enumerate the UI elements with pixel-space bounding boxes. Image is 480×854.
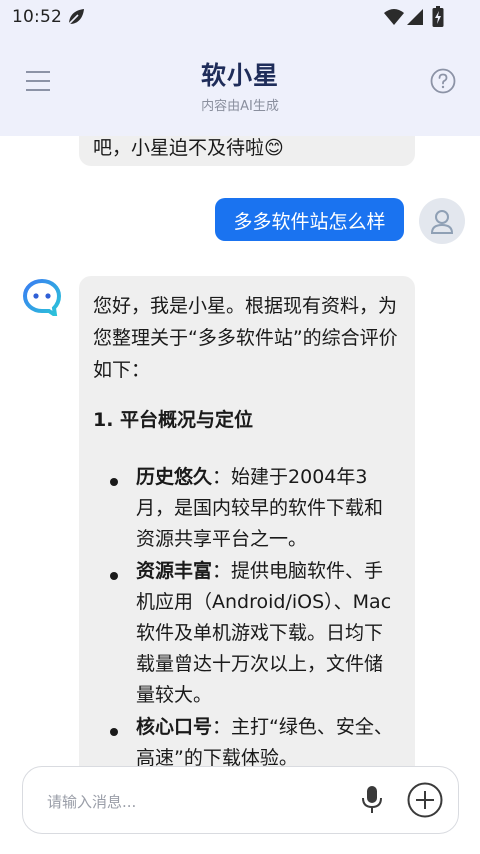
bullet-icon (110, 478, 118, 486)
bullet-icon (110, 572, 118, 580)
user-avatar[interactable] (419, 198, 465, 244)
bot-section-heading: 1. 平台概况与定位 (93, 409, 254, 431)
input-placeholder[interactable]: 请输入消息... (47, 791, 136, 812)
bot-intro-text: 您好，我是小星。根据现有资料，为您整理关于“多多软件站”的综合评价如下： (93, 295, 398, 381)
page-title: 软小星 (200, 61, 279, 90)
user-message-text: 多多软件站怎么样 (233, 211, 386, 233)
message-input[interactable]: 请输入消息... (22, 766, 459, 834)
plus-circle-icon[interactable] (407, 782, 443, 822)
page-subtitle: 内容由AI生成 (201, 99, 279, 114)
list-item-text: 历史悠久：始建于2004年3月，是国内较早的软件下载和资源共享平台之一。 (136, 466, 384, 550)
battery-icon (432, 6, 444, 32)
previous-bot-text: 吧，小星迫不及待啦😊 (93, 137, 284, 159)
previous-bot-bubble: 吧，小星迫不及待啦😊 (79, 136, 415, 166)
bot-message-bubble[interactable]: 您好，我是小星。根据现有资料，为您整理关于“多多软件站”的综合评价如下： 1. … (79, 276, 415, 766)
bot-avatar (22, 278, 62, 320)
input-area: 请输入消息... (0, 766, 480, 854)
app-header: 软小星 内容由AI生成 (0, 34, 480, 136)
user-message-bubble[interactable]: 多多软件站怎么样 (215, 198, 404, 241)
chat-area[interactable]: 吧，小星迫不及待啦😊 多多软件站怎么样 您好，我是小星。根据现有资料，为您整理关… (0, 136, 480, 766)
top-area: 10:52 软小星 内容由AI生成 (0, 0, 480, 136)
smile-emoji: 😊 (264, 137, 284, 159)
help-icon[interactable] (430, 68, 456, 98)
list-item-text: 资源丰富：提供电脑软件、手机应用（Android/iOS）、Mac软件及单机游戏… (136, 560, 392, 706)
leaf-icon (66, 7, 86, 31)
wifi-icon (384, 8, 404, 30)
status-bar: 10:52 (0, 0, 480, 34)
signal-icon (406, 8, 424, 30)
list-item-text: 核心口号：主打“绿色、安全、高速”的下载体验。 (136, 716, 393, 766)
mic-icon[interactable] (361, 785, 383, 819)
status-time: 10:52 (12, 7, 62, 27)
bullet-icon (110, 728, 118, 736)
